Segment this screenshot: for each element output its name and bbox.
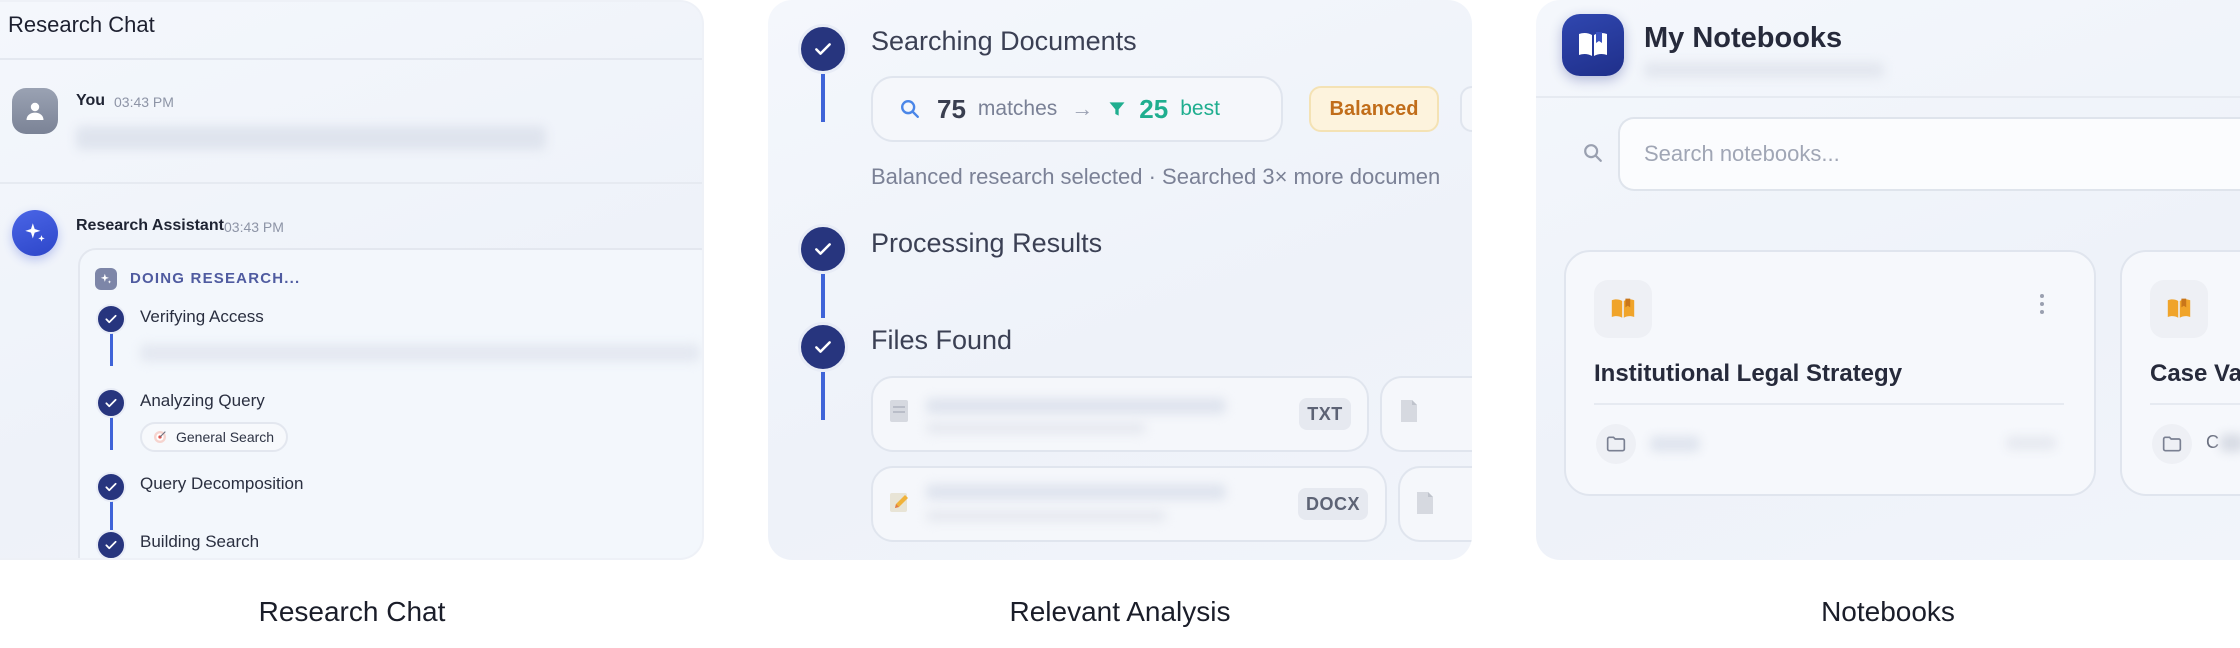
step-detail-blurred bbox=[140, 344, 700, 362]
notebooks-logo bbox=[1562, 14, 1624, 76]
caption-research-chat: Research Chat bbox=[258, 596, 446, 627]
research-summary-text: Balanced research selected · Searched 3×… bbox=[871, 164, 1441, 189]
more-options-icon[interactable] bbox=[2040, 294, 2044, 314]
user-message-text-blurred bbox=[76, 126, 546, 150]
caption-notebooks: Notebooks bbox=[1821, 596, 1955, 627]
assistant-avatar bbox=[12, 210, 58, 256]
file-type-badge: TXT bbox=[1299, 398, 1351, 430]
notebook-folder bbox=[1596, 424, 1636, 464]
notebooks-title: My Notebooks bbox=[1644, 22, 1843, 54]
arrow-right-icon: → bbox=[1071, 96, 1094, 121]
step-building-search: Building Search bbox=[140, 532, 260, 551]
step-complete-icon bbox=[96, 304, 126, 334]
open-book-icon bbox=[1579, 32, 1607, 56]
document-icon bbox=[1401, 400, 1417, 422]
card-meta-blurred bbox=[2006, 436, 2056, 450]
user-icon bbox=[26, 102, 44, 120]
relevant-analysis-panel: Searching Documents 75 matches → 25 best… bbox=[768, 0, 1472, 560]
search-icon bbox=[901, 100, 919, 118]
user-message-time: 03:43 PM bbox=[114, 94, 174, 110]
assistant-message-time: 03:43 PM bbox=[224, 219, 284, 235]
card-divider bbox=[1594, 403, 2064, 405]
research-chat-panel: Research Chat You 03:43 PM Research Assi… bbox=[0, 0, 704, 560]
header-divider bbox=[1536, 96, 2240, 98]
general-search-chip: General Search bbox=[140, 422, 289, 452]
matches-count: 75 bbox=[937, 93, 966, 124]
user-sender-name: You bbox=[76, 92, 106, 109]
step-complete-icon bbox=[96, 472, 126, 502]
user-avatar bbox=[12, 88, 58, 134]
notebooks-subtitle-blurred bbox=[1644, 62, 1884, 78]
target-icon bbox=[154, 431, 166, 443]
file-card[interactable] bbox=[1380, 376, 1472, 452]
file-card[interactable] bbox=[871, 376, 1369, 452]
file-meta-blurred bbox=[926, 422, 1146, 434]
message-divider bbox=[0, 182, 702, 184]
chat-header: Research Chat bbox=[0, 2, 702, 60]
step-verifying-access: Verifying Access bbox=[140, 307, 264, 326]
step-processing-results: Processing Results bbox=[871, 228, 1103, 258]
folder-icon bbox=[2162, 436, 2182, 452]
notebook-card-icon bbox=[2150, 280, 2208, 338]
step-connector bbox=[821, 274, 825, 318]
step-complete-icon bbox=[96, 388, 126, 418]
step-connector bbox=[110, 416, 113, 450]
caption-relevant-analysis: Relevant Analysis bbox=[1009, 596, 1231, 627]
folder-label-blurred bbox=[2220, 434, 2240, 452]
file-type-badge: DOCX bbox=[1298, 488, 1368, 520]
research-sparkle-icon bbox=[95, 268, 117, 290]
card-divider bbox=[2150, 403, 2240, 405]
notebook-folder bbox=[2152, 424, 2192, 464]
step-complete-icon bbox=[96, 530, 126, 558]
filter-icon bbox=[1109, 102, 1125, 116]
best-count: 25 bbox=[1139, 93, 1169, 124]
notebook-card-icon bbox=[1594, 280, 1652, 338]
sparkle-icon bbox=[25, 223, 45, 242]
file-meta-blurred bbox=[926, 510, 1166, 522]
step-complete-icon bbox=[798, 224, 848, 274]
overflow-pill bbox=[1460, 86, 1472, 132]
step-complete-icon bbox=[798, 24, 848, 74]
matches-label: matches bbox=[977, 97, 1058, 120]
document-icon bbox=[890, 400, 908, 422]
open-book-icon bbox=[1611, 298, 1635, 318]
step-connector bbox=[110, 332, 113, 366]
document-icon bbox=[1417, 492, 1433, 514]
file-name-blurred bbox=[926, 484, 1226, 500]
step-analyzing-query: Analyzing Query bbox=[140, 391, 265, 410]
assistant-sender-name: Research Assistant bbox=[76, 217, 224, 234]
folder-count-blurred bbox=[1650, 436, 1700, 452]
notebooks-panel: My Notebooks Search notebooks... Institu… bbox=[1536, 0, 2240, 560]
notebook-title: Institutional Legal Strategy bbox=[1594, 360, 1903, 387]
balanced-mode-badge: Balanced bbox=[1309, 86, 1439, 132]
chat-title: Research Chat bbox=[8, 12, 155, 37]
notebook-title: Case Va bbox=[2150, 360, 2240, 387]
best-label: best bbox=[1180, 97, 1220, 120]
match-summary-pill: 75 matches → 25 best bbox=[871, 76, 1283, 142]
step-query-decomposition: Query Decomposition bbox=[140, 474, 304, 493]
search-notebooks-input[interactable]: Search notebooks... bbox=[1618, 117, 2240, 191]
step-connector bbox=[821, 74, 825, 122]
general-search-label: General Search bbox=[176, 429, 275, 445]
notebook-folder-label: C bbox=[2206, 432, 2219, 452]
open-book-icon bbox=[2167, 298, 2191, 318]
research-status-label: DOING RESEARCH... bbox=[130, 270, 301, 287]
step-connector bbox=[821, 372, 825, 420]
step-files-found: Files Found bbox=[871, 325, 1013, 355]
search-icon bbox=[1584, 144, 1602, 162]
file-name-blurred bbox=[926, 398, 1226, 414]
edit-document-icon bbox=[890, 493, 908, 512]
step-searching-documents: Searching Documents bbox=[871, 26, 1137, 56]
step-connector bbox=[110, 500, 113, 530]
step-complete-icon bbox=[798, 322, 848, 372]
folder-icon bbox=[1606, 436, 1626, 452]
